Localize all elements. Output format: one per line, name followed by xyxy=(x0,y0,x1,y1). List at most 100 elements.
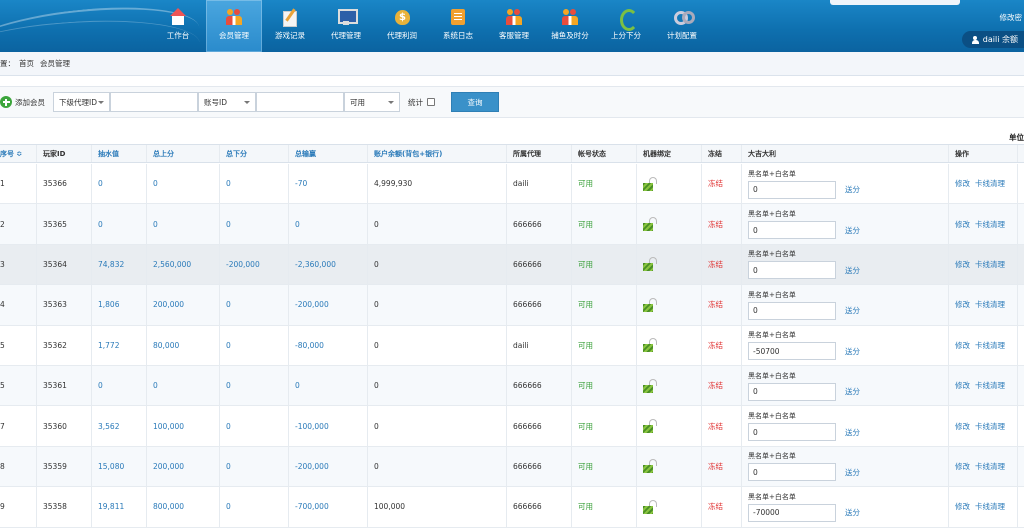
edit-link[interactable]: 修改 xyxy=(955,501,970,512)
total-net[interactable]: -2,360,000 xyxy=(295,260,336,269)
total-down[interactable]: -200,000 xyxy=(226,260,260,269)
lock-icon[interactable] xyxy=(643,297,657,312)
total-down[interactable]: 0 xyxy=(226,300,231,309)
column-header[interactable]: 序号 ≎ xyxy=(0,145,37,162)
query-button[interactable]: 查询 xyxy=(451,92,499,112)
edit-link[interactable]: 修改 xyxy=(955,380,970,391)
clear-line-link[interactable]: 卡线清理 xyxy=(975,501,1005,512)
agent-id-select[interactable]: 下级代理ID xyxy=(53,92,110,112)
blacklist-whitelist-input[interactable]: -70000 xyxy=(748,503,836,522)
nav-item[interactable]: 系统日志 xyxy=(430,0,486,52)
stats-checkbox[interactable] xyxy=(427,98,435,106)
blacklist-whitelist-input[interactable]: 0 xyxy=(748,382,836,401)
lock-icon[interactable] xyxy=(643,419,657,434)
clear-line-link[interactable]: 卡线清理 xyxy=(975,299,1005,310)
freeze-link[interactable]: 冻结 xyxy=(708,219,723,230)
rake-value[interactable]: 1,806 xyxy=(98,300,119,309)
total-net[interactable]: -700,000 xyxy=(295,502,329,511)
total-down[interactable]: 0 xyxy=(226,502,231,511)
freeze-link[interactable]: 冻结 xyxy=(708,461,723,472)
clear-line-link[interactable]: 卡线清理 xyxy=(975,421,1005,432)
blacklist-whitelist-input[interactable]: 0 xyxy=(748,423,836,442)
nav-item[interactable]: 代理利润 xyxy=(374,0,430,52)
total-down[interactable]: 0 xyxy=(226,179,231,188)
clear-line-link[interactable]: 卡线清理 xyxy=(975,461,1005,472)
freeze-link[interactable]: 冻结 xyxy=(708,340,723,351)
blacklist-whitelist-input[interactable]: 0 xyxy=(748,463,836,482)
edit-link[interactable]: 修改 xyxy=(955,340,970,351)
edit-link[interactable]: 修改 xyxy=(955,259,970,270)
status-select[interactable]: 可用 xyxy=(344,92,400,112)
send-points-link[interactable]: 送分 xyxy=(845,386,860,397)
clear-line-link[interactable]: 卡线清理 xyxy=(975,340,1005,351)
lock-icon[interactable] xyxy=(643,217,657,232)
rake-value[interactable]: 74,832 xyxy=(98,260,124,269)
freeze-link[interactable]: 冻结 xyxy=(708,178,723,189)
lock-icon[interactable] xyxy=(643,459,657,474)
clear-line-link[interactable]: 卡线清理 xyxy=(975,380,1005,391)
nav-item[interactable]: 会员管理 xyxy=(206,0,262,52)
total-up[interactable]: 800,000 xyxy=(153,502,184,511)
total-down[interactable]: 0 xyxy=(226,341,231,350)
edit-link[interactable]: 修改 xyxy=(955,461,970,472)
total-up[interactable]: 100,000 xyxy=(153,422,184,431)
send-points-link[interactable]: 送分 xyxy=(845,507,860,518)
change-password-link[interactable]: 修改密 xyxy=(962,12,1024,23)
total-up[interactable]: 200,000 xyxy=(153,300,184,309)
lock-icon[interactable] xyxy=(643,499,657,514)
account-id-select[interactable]: 账号ID xyxy=(198,92,256,112)
edit-link[interactable]: 修改 xyxy=(955,219,970,230)
total-down[interactable]: 0 xyxy=(226,462,231,471)
total-up[interactable]: 200,000 xyxy=(153,462,184,471)
account-id-input[interactable] xyxy=(256,92,344,112)
total-up[interactable]: 2,560,000 xyxy=(153,260,191,269)
total-net[interactable]: -70 xyxy=(295,179,307,188)
nav-item[interactable]: 工作台 xyxy=(150,0,206,52)
blacklist-whitelist-input[interactable]: 0 xyxy=(748,180,836,199)
total-up[interactable]: 0 xyxy=(153,220,158,229)
send-points-link[interactable]: 送分 xyxy=(845,346,860,357)
rake-value[interactable]: 15,080 xyxy=(98,462,124,471)
lock-icon[interactable] xyxy=(643,176,657,191)
lock-icon[interactable] xyxy=(643,338,657,353)
user-badge[interactable]: daili 余额 xyxy=(961,31,1024,48)
send-points-link[interactable]: 送分 xyxy=(845,427,860,438)
rake-value[interactable]: 1,772 xyxy=(98,341,119,350)
blacklist-whitelist-input[interactable]: -50700 xyxy=(748,342,836,361)
total-down[interactable]: 0 xyxy=(226,381,231,390)
blacklist-whitelist-input[interactable]: 0 xyxy=(748,221,836,240)
total-net[interactable]: -200,000 xyxy=(295,300,329,309)
send-points-link[interactable]: 送分 xyxy=(845,184,860,195)
nav-item[interactable]: 客服管理 xyxy=(486,0,542,52)
lock-icon[interactable] xyxy=(643,257,657,272)
agent-id-input[interactable] xyxy=(110,92,198,112)
freeze-link[interactable]: 冻结 xyxy=(708,380,723,391)
edit-link[interactable]: 修改 xyxy=(955,299,970,310)
nav-item[interactable]: 代理管理 xyxy=(318,0,374,52)
send-points-link[interactable]: 送分 xyxy=(845,305,860,316)
rake-value[interactable]: 0 xyxy=(98,381,103,390)
blacklist-whitelist-input[interactable]: 0 xyxy=(748,261,836,280)
freeze-link[interactable]: 冻结 xyxy=(708,299,723,310)
total-net[interactable]: -100,000 xyxy=(295,422,329,431)
add-member-button[interactable]: 添加会员 xyxy=(0,96,45,108)
send-points-link[interactable]: 送分 xyxy=(845,467,860,478)
total-up[interactable]: 0 xyxy=(153,381,158,390)
total-down[interactable]: 0 xyxy=(226,422,231,431)
lock-icon[interactable] xyxy=(643,378,657,393)
blacklist-whitelist-input[interactable]: 0 xyxy=(748,301,836,320)
total-net[interactable]: -200,000 xyxy=(295,462,329,471)
clear-line-link[interactable]: 卡线清理 xyxy=(975,259,1005,270)
total-net[interactable]: -80,000 xyxy=(295,341,324,350)
total-net[interactable]: 0 xyxy=(295,381,300,390)
rake-value[interactable]: 19,811 xyxy=(98,502,124,511)
breadcrumb-home[interactable]: 首页 xyxy=(19,58,34,69)
edit-link[interactable]: 修改 xyxy=(955,421,970,432)
nav-item[interactable]: 计划配置 xyxy=(654,0,710,52)
freeze-link[interactable]: 冻结 xyxy=(708,501,723,512)
freeze-link[interactable]: 冻结 xyxy=(708,259,723,270)
clear-line-link[interactable]: 卡线清理 xyxy=(975,178,1005,189)
rake-value[interactable]: 3,562 xyxy=(98,422,119,431)
nav-item[interactable]: 游戏记录 xyxy=(262,0,318,52)
clear-line-link[interactable]: 卡线清理 xyxy=(975,219,1005,230)
